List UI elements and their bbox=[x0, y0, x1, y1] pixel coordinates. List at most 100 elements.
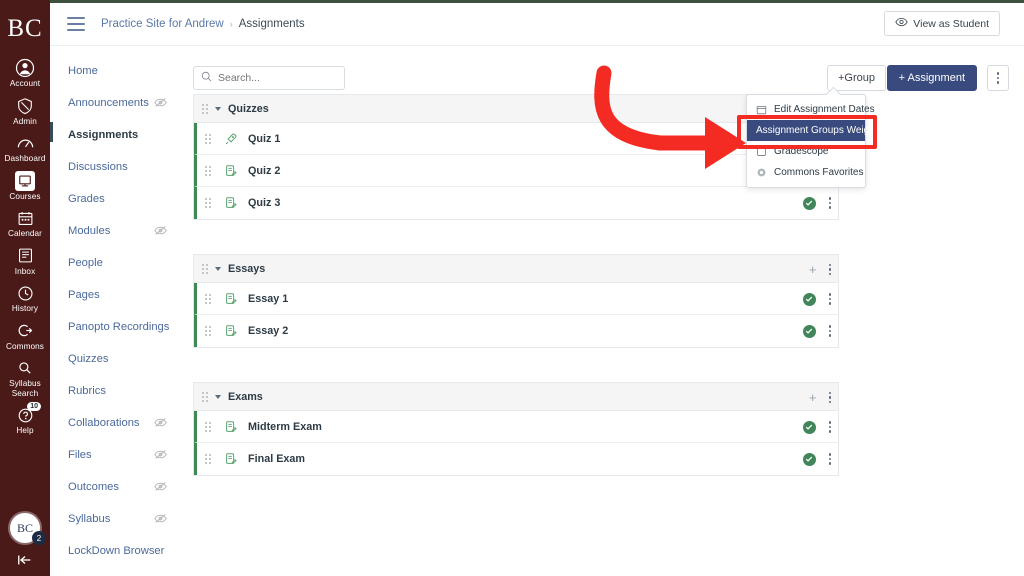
assignment-kebab-icon[interactable] bbox=[829, 325, 832, 337]
assignment-row[interactable]: Quiz 2 bbox=[194, 155, 838, 187]
assignment-title[interactable]: Essay 2 bbox=[248, 325, 288, 337]
add-to-group-icon[interactable]: + bbox=[809, 391, 817, 404]
add-to-group-icon[interactable]: + bbox=[809, 263, 817, 276]
global-nav-item-admin[interactable]: Admin bbox=[0, 93, 50, 131]
course-nav-item-people[interactable]: People bbox=[68, 252, 185, 274]
assignment-title[interactable]: Midterm Exam bbox=[248, 421, 322, 433]
assignment-title[interactable]: Final Exam bbox=[248, 453, 305, 465]
group-header[interactable]: Exams + bbox=[194, 382, 838, 411]
search-box[interactable] bbox=[193, 66, 345, 90]
drag-handle-icon[interactable] bbox=[205, 166, 212, 176]
assignment-title[interactable]: Quiz 3 bbox=[248, 197, 280, 209]
course-nav-item-panopto-recordings[interactable]: Panopto Recordings bbox=[68, 316, 185, 338]
course-nav-item-collaborations[interactable]: Collaborations bbox=[68, 412, 185, 434]
course-nav-item-syllabus[interactable]: Syllabus bbox=[68, 508, 185, 530]
course-nav-item-modules[interactable]: Modules bbox=[68, 220, 185, 242]
chevron-down-icon[interactable] bbox=[215, 395, 221, 399]
global-nav-item-inbox[interactable]: Inbox bbox=[0, 243, 50, 281]
published-icon[interactable] bbox=[803, 197, 816, 210]
published-icon[interactable] bbox=[803, 325, 816, 338]
drag-handle-icon[interactable] bbox=[202, 104, 209, 114]
drag-handle-icon[interactable] bbox=[205, 134, 212, 144]
course-nav-item-rubrics[interactable]: Rubrics bbox=[68, 380, 185, 402]
institution-logo: BC bbox=[7, 16, 42, 41]
group-actions: + bbox=[809, 255, 831, 284]
assignments-options-button[interactable] bbox=[987, 65, 1009, 91]
assignment-icon bbox=[224, 196, 238, 210]
assignment-row[interactable]: Quiz 1 bbox=[194, 123, 838, 155]
assignment-kebab-icon[interactable] bbox=[829, 197, 832, 209]
drag-handle-icon[interactable] bbox=[205, 294, 212, 304]
menu-item-label: Assignment Groups Weight bbox=[756, 125, 878, 136]
course-nav-item-grades[interactable]: Grades bbox=[68, 188, 185, 210]
course-nav-item-outcomes[interactable]: Outcomes bbox=[68, 476, 185, 498]
assignment-kebab-icon[interactable] bbox=[829, 293, 832, 305]
published-icon[interactable] bbox=[803, 453, 816, 466]
group-kebab-icon[interactable] bbox=[829, 392, 832, 404]
breadcrumb-course-link[interactable]: Practice Site for Andrew bbox=[101, 18, 224, 30]
drag-handle-icon[interactable] bbox=[205, 422, 212, 432]
assignment-group-essays: Essays + Essay 1 bbox=[193, 254, 839, 348]
global-nav-item-account[interactable]: Account bbox=[0, 55, 50, 93]
drag-handle-icon[interactable] bbox=[205, 454, 212, 464]
assignment-row[interactable]: Final Exam bbox=[194, 443, 838, 475]
course-nav-item-announcements[interactable]: Announcements bbox=[68, 92, 185, 114]
group-kebab-icon[interactable] bbox=[829, 264, 832, 276]
menu-item-edit-assignment-dates[interactable]: Edit Assignment Dates bbox=[747, 99, 865, 120]
drag-handle-icon[interactable] bbox=[202, 392, 209, 402]
course-nav-item-files[interactable]: Files bbox=[68, 444, 185, 466]
group-header[interactable]: Essays + bbox=[194, 254, 838, 283]
view-as-student-button[interactable]: View as Student bbox=[884, 11, 1000, 36]
shield-icon bbox=[15, 96, 35, 116]
chevron-down-icon[interactable] bbox=[215, 267, 221, 271]
assignment-row[interactable]: Quiz 3 bbox=[194, 187, 838, 219]
search-input[interactable] bbox=[218, 72, 328, 84]
course-nav-label: People bbox=[68, 257, 103, 269]
global-nav-item-history[interactable]: History bbox=[0, 280, 50, 318]
assignment-title[interactable]: Essay 1 bbox=[248, 293, 288, 305]
global-nav-item-dashboard[interactable]: Dashboard bbox=[0, 130, 50, 168]
global-nav-item-calendar[interactable]: Calendar bbox=[0, 205, 50, 243]
menu-item-assignment-groups-weight[interactable]: Assignment Groups Weight bbox=[747, 120, 865, 141]
add-assignment-button[interactable]: + Assignment bbox=[887, 65, 977, 91]
chevron-down-icon[interactable] bbox=[215, 107, 221, 111]
assignment-kebab-icon[interactable] bbox=[829, 421, 832, 433]
course-nav-item-quizzes[interactable]: Quizzes bbox=[68, 348, 185, 370]
course-nav-item-home[interactable]: Home bbox=[68, 60, 185, 82]
menu-item-gradescope[interactable]: Gradescope bbox=[747, 141, 865, 162]
global-nav-label: Commons bbox=[6, 342, 44, 352]
global-nav-label: History bbox=[12, 304, 38, 314]
collapse-nav-icon[interactable] bbox=[17, 553, 33, 570]
assignment-row[interactable]: Midterm Exam bbox=[194, 411, 838, 443]
global-nav-item-commons[interactable]: Commons bbox=[0, 318, 50, 356]
assignment-row[interactable]: Essay 1 bbox=[194, 283, 838, 315]
assignment-kebab-icon[interactable] bbox=[829, 453, 832, 465]
global-nav-item-help[interactable]: 10 Help bbox=[0, 402, 50, 440]
avatar[interactable]: BC 2 bbox=[10, 513, 40, 543]
calendar-edit-icon bbox=[756, 104, 767, 115]
course-nav-item-discussions[interactable]: Discussions bbox=[68, 156, 185, 178]
drag-handle-icon[interactable] bbox=[202, 264, 209, 274]
hamburger-icon[interactable] bbox=[67, 17, 85, 31]
course-nav-item-pages[interactable]: Pages bbox=[68, 284, 185, 306]
course-nav-label: Rubrics bbox=[68, 385, 106, 397]
course-nav-item-settings[interactable]: Settings bbox=[68, 572, 185, 576]
course-nav-item-lockdown-browser[interactable]: LockDown Browser bbox=[68, 540, 185, 562]
course-nav-label: Modules bbox=[68, 225, 110, 237]
assignment-actions bbox=[803, 187, 832, 219]
course-nav-item-assignments[interactable]: Assignments bbox=[68, 124, 185, 146]
drag-handle-icon[interactable] bbox=[205, 326, 212, 336]
drag-handle-icon[interactable] bbox=[205, 198, 212, 208]
assignment-title[interactable]: Quiz 1 bbox=[248, 133, 280, 145]
assignment-title[interactable]: Quiz 2 bbox=[248, 165, 280, 177]
assignment-row[interactable]: Essay 2 bbox=[194, 315, 838, 347]
menu-item-commons-favorites[interactable]: Commons Favorites bbox=[747, 162, 865, 183]
published-icon[interactable] bbox=[803, 421, 816, 434]
global-nav-item-courses[interactable]: Courses bbox=[0, 168, 50, 206]
course-nav-label: Discussions bbox=[68, 161, 128, 173]
published-icon[interactable] bbox=[803, 293, 816, 306]
add-group-button[interactable]: +Group bbox=[827, 65, 886, 91]
group-header[interactable]: Quizzes + bbox=[194, 94, 838, 123]
global-nav-item-syllabus-search[interactable]: Syllabus Search bbox=[0, 355, 50, 402]
menu-item-label: Gradescope bbox=[774, 146, 828, 157]
